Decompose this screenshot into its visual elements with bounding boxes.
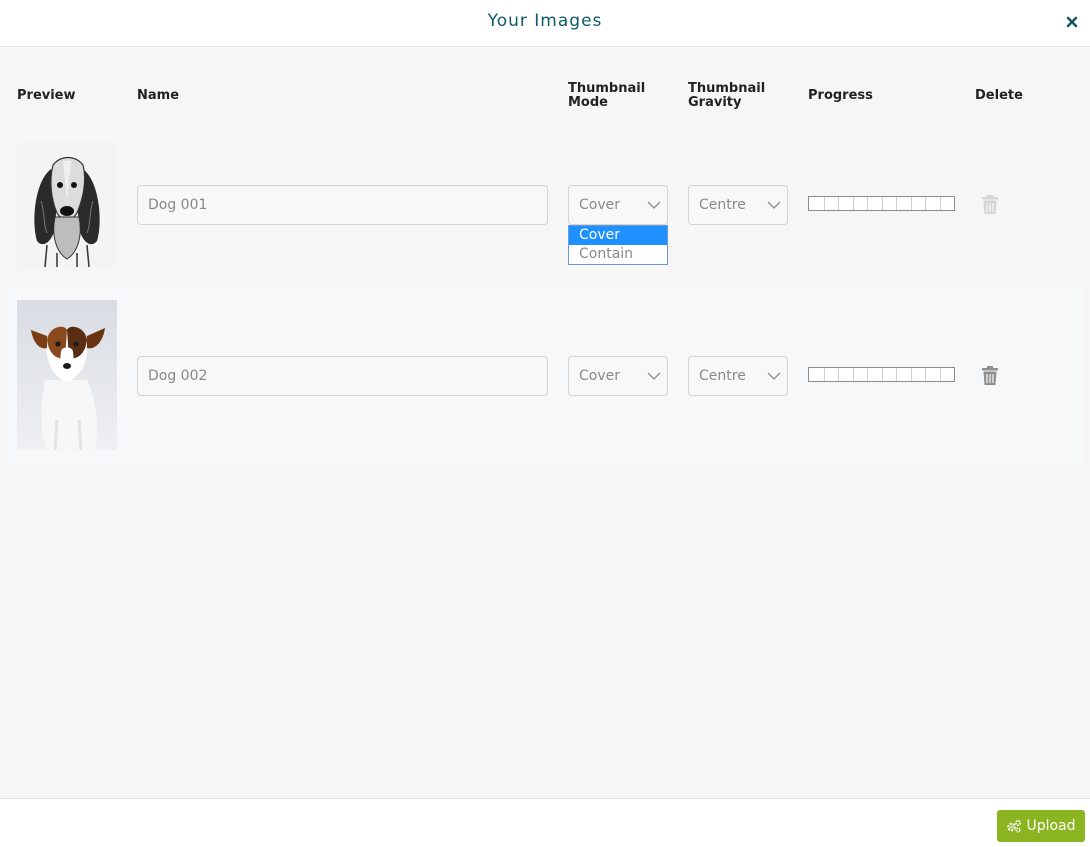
thumbnail-mode-value: Cover [579, 197, 620, 213]
thumbnail-mode-value: Cover [579, 368, 620, 384]
progress-segment-divider [867, 197, 868, 210]
chevron-down-icon [767, 372, 781, 380]
progress-segment-divider [939, 368, 941, 381]
image-name-input[interactable] [137, 185, 548, 225]
progress-segment-divider [910, 368, 912, 381]
progress-segment-divider [910, 197, 912, 210]
column-header-thumbnail-mode: Thumbnail Mode [568, 82, 645, 110]
progress-segment-divider [867, 368, 868, 381]
column-header-thumbnail-mode-line2: Mode [568, 95, 608, 110]
column-header-progress: Progress [808, 88, 873, 103]
dropdown-option-contain[interactable]: Contain [569, 245, 667, 264]
progress-segment-divider [939, 197, 941, 210]
sketch-dog-image [17, 141, 117, 268]
progress-segment-divider [852, 197, 854, 210]
progress-segment-divider [881, 197, 883, 210]
trash-icon[interactable] [981, 195, 999, 215]
thumbnail-mode-select[interactable]: Cover [568, 185, 668, 225]
column-header-preview: Preview [17, 88, 76, 103]
upload-button-label: Upload [1026, 818, 1076, 834]
thumbnail-gravity-value: Centre [699, 368, 746, 384]
progress-segment-divider [896, 197, 897, 210]
cogs-icon [1007, 819, 1022, 833]
upload-progress-bar [808, 196, 955, 211]
column-header-thumbnail-gravity-line1: Thumbnail [688, 81, 766, 96]
chevron-down-icon [647, 372, 661, 380]
dropdown-option-cover[interactable]: Cover [569, 226, 667, 245]
progress-segment-divider [896, 368, 897, 381]
trash-icon[interactable] [981, 366, 999, 386]
column-header-thumbnail-gravity: Thumbnail Gravity [688, 82, 765, 110]
thumbnail-gravity-select[interactable]: Centre [688, 356, 788, 396]
progress-segment-divider [925, 368, 926, 381]
thumbnail-mode-dropdown: Cover Contain [568, 225, 668, 265]
column-header-name: Name [137, 88, 180, 103]
progress-segment-divider [823, 368, 825, 381]
image-name-input[interactable] [137, 356, 548, 396]
column-header-thumbnail-gravity-line2: Gravity [688, 95, 742, 110]
progress-segment-divider [823, 197, 825, 210]
progress-segment-divider [925, 197, 926, 210]
modal-footer: Upload [0, 798, 1090, 847]
thumbnail-gravity-value: Centre [699, 197, 746, 213]
modal-header: Your Images [0, 0, 1090, 47]
images-table: Preview Name Thumbnail Mode Thumbnail Gr… [0, 47, 1090, 798]
close-icon[interactable] [1066, 13, 1080, 31]
modal-title: Your Images [487, 11, 603, 31]
progress-segment-divider [881, 368, 883, 381]
upload-progress-bar [808, 367, 955, 382]
thumbnail-gravity-select[interactable]: Centre [688, 185, 788, 225]
column-header-thumbnail-mode-line1: Thumbnail [568, 81, 646, 96]
progress-segment-divider [838, 197, 839, 210]
thumbnail-mode-select[interactable]: Cover [568, 356, 668, 396]
column-header-delete: Delete [975, 88, 1023, 103]
photo-dog-image [17, 300, 117, 450]
progress-segment-divider [852, 368, 854, 381]
upload-button[interactable]: Upload [997, 810, 1085, 842]
progress-segment-divider [838, 368, 839, 381]
chevron-down-icon [647, 201, 661, 209]
chevron-down-icon [767, 201, 781, 209]
